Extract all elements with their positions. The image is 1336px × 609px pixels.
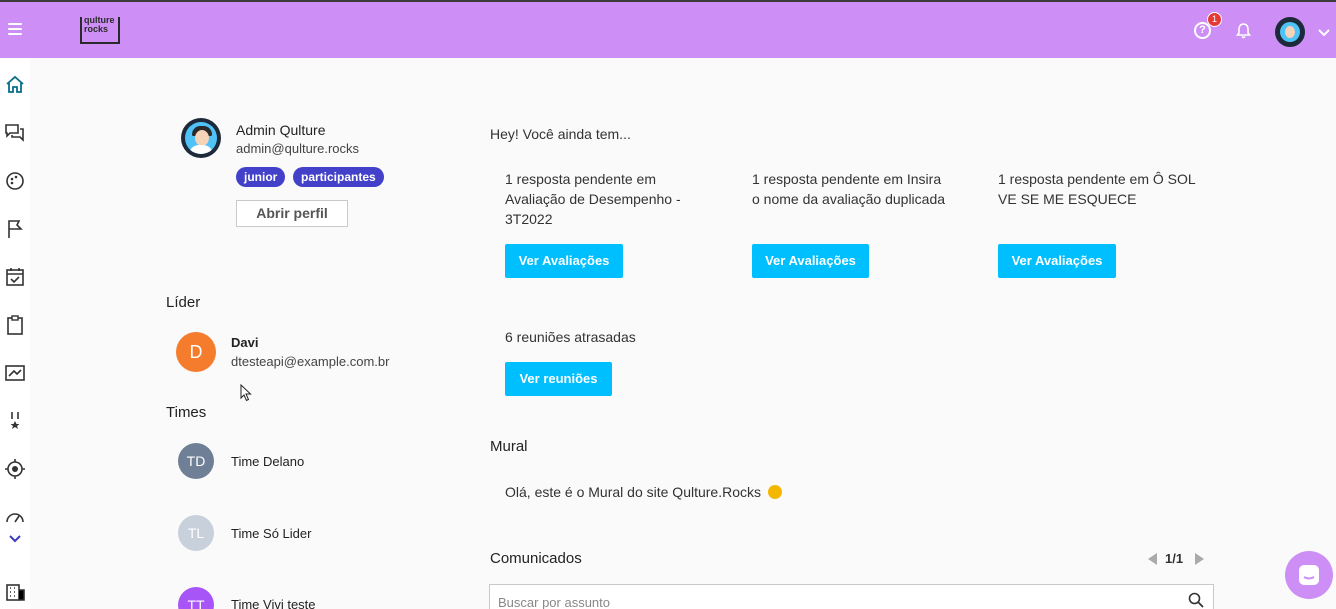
chevron-down-icon[interactable] bbox=[4, 528, 26, 550]
mural-text: Olá, este é o Mural do site Qulture.Rock… bbox=[505, 484, 761, 500]
next-page-icon[interactable] bbox=[1195, 553, 1204, 565]
profile-email: admin@qulture.rocks bbox=[236, 141, 360, 156]
pending-title: Hey! Você ainda tem... bbox=[490, 126, 631, 142]
tag-junior[interactable]: junior bbox=[236, 167, 286, 187]
brand-logo[interactable]: qulture rocks bbox=[80, 15, 120, 44]
view-evaluations-button[interactable]: Ver Avaliações bbox=[505, 244, 623, 278]
team-name[interactable]: Time Só Lider bbox=[231, 526, 311, 541]
profile-avatar bbox=[181, 118, 221, 158]
search-input[interactable] bbox=[498, 593, 1158, 609]
team-avatar[interactable]: TL bbox=[178, 515, 214, 551]
leader-avatar[interactable]: D bbox=[176, 332, 216, 372]
page-indicator: 1/1 bbox=[1165, 551, 1184, 566]
leader-title: Líder bbox=[166, 294, 201, 311]
flag-icon[interactable] bbox=[4, 218, 26, 240]
leader-email: dtesteapi@example.com.br bbox=[231, 354, 390, 369]
view-evaluations-button[interactable]: Ver Avaliações bbox=[998, 244, 1116, 278]
view-meetings-button[interactable]: Ver reuniões bbox=[505, 362, 612, 396]
profile-name: Admin Qulture bbox=[236, 122, 326, 138]
mural-title: Mural bbox=[490, 438, 528, 455]
user-avatar[interactable] bbox=[1275, 17, 1305, 47]
menu-icon[interactable] bbox=[8, 23, 22, 37]
open-profile-button[interactable]: Abrir perfil bbox=[236, 200, 348, 227]
chat-support-button[interactable] bbox=[1285, 551, 1333, 599]
pending-item-text: 1 resposta pendente em Insira o nome da … bbox=[752, 171, 946, 207]
medal-icon[interactable] bbox=[4, 410, 26, 432]
leader-name[interactable]: Davi bbox=[231, 335, 258, 350]
chevron-down-icon[interactable] bbox=[1318, 25, 1330, 37]
team-name[interactable]: Time Vivi teste bbox=[231, 597, 316, 609]
target-icon[interactable] bbox=[4, 458, 26, 480]
prev-page-icon[interactable] bbox=[1148, 553, 1157, 565]
mouse-cursor-icon bbox=[240, 383, 252, 402]
view-evaluations-button[interactable]: Ver Avaliações bbox=[752, 244, 869, 278]
team-avatar[interactable]: TT bbox=[178, 587, 214, 609]
mural-message: Olá, este é o Mural do site Qulture.Rock… bbox=[505, 484, 782, 500]
announcement-search bbox=[489, 584, 1214, 609]
pending-item-text: 1 resposta pendente em Avaliação de Dese… bbox=[505, 171, 681, 227]
clipboard-icon[interactable] bbox=[4, 314, 26, 336]
emoji-icon bbox=[767, 485, 782, 499]
bell-icon[interactable] bbox=[1235, 22, 1252, 40]
palette-icon[interactable] bbox=[4, 170, 26, 192]
tag-participantes[interactable]: participantes bbox=[293, 167, 384, 187]
building-icon[interactable] bbox=[4, 580, 26, 602]
top-bar: qulture rocks ? 1 bbox=[0, 0, 1336, 58]
calendar-check-icon[interactable] bbox=[4, 266, 26, 288]
home-icon[interactable] bbox=[4, 74, 26, 96]
search-icon[interactable] bbox=[1188, 592, 1204, 608]
signature-icon[interactable] bbox=[4, 362, 26, 384]
meetings-late-text: 6 reuniões atrasadas bbox=[505, 329, 636, 345]
team-name[interactable]: Time Delano bbox=[231, 454, 304, 469]
team-avatar[interactable]: TD bbox=[178, 443, 214, 479]
teams-title: Times bbox=[166, 404, 207, 421]
help-badge: 1 bbox=[1207, 12, 1222, 27]
logo-text: qulture rocks bbox=[84, 15, 115, 34]
sidebar bbox=[0, 58, 30, 609]
gauge-icon[interactable] bbox=[4, 506, 26, 528]
announcements-title: Comunicados bbox=[490, 550, 582, 567]
chat-icon[interactable] bbox=[4, 122, 26, 144]
pending-item-text: 1 resposta pendente em Ô SOL VE SE ME ES… bbox=[998, 171, 1196, 207]
